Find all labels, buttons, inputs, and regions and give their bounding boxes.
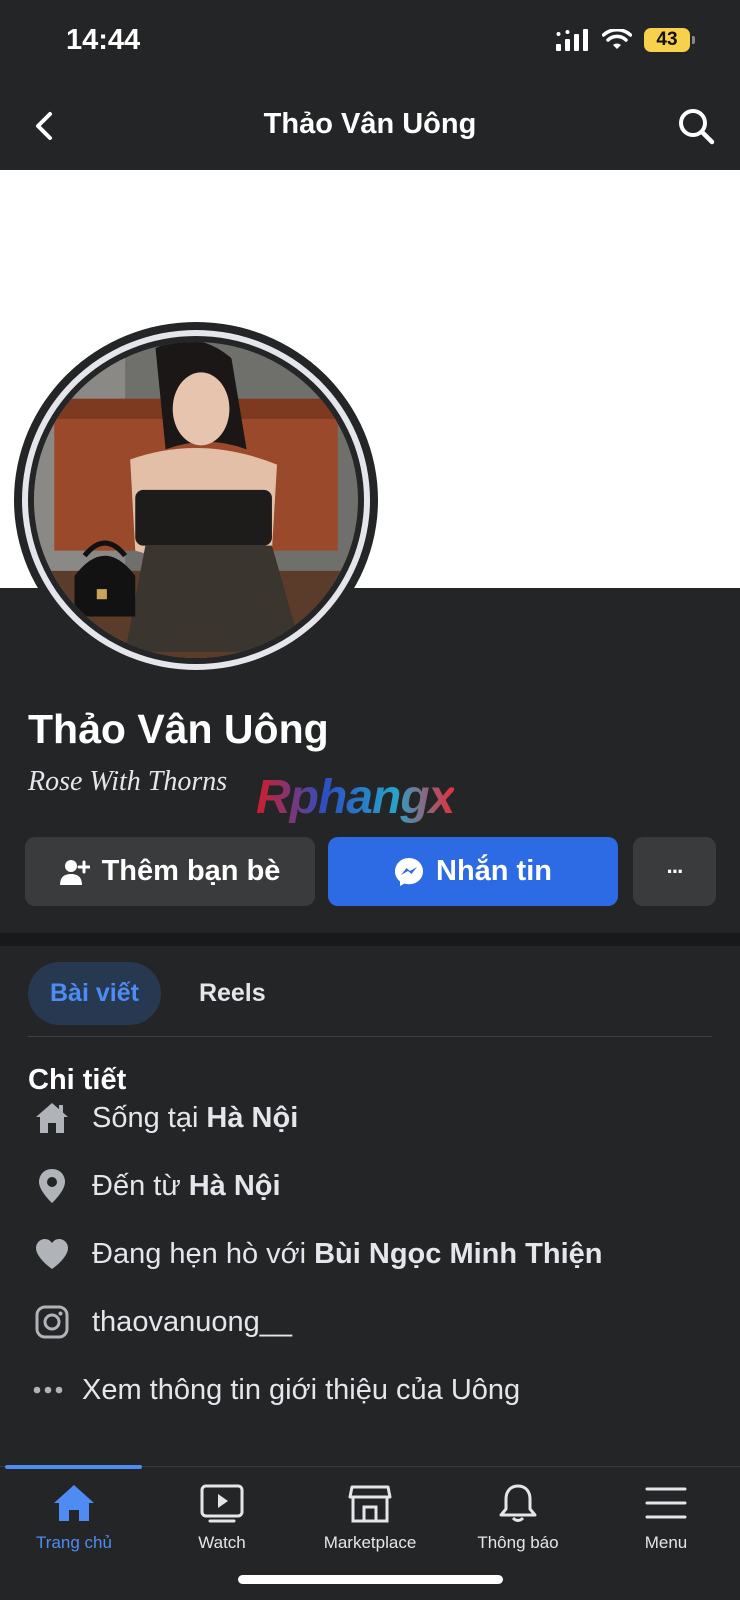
bell-icon: [499, 1484, 537, 1522]
detail-relationship-prefix: Đang hẹn hò với: [92, 1237, 307, 1270]
message-label: Nhắn tin: [436, 855, 552, 887]
home-indicator[interactable]: [238, 1575, 503, 1584]
wifi-icon: [602, 29, 632, 49]
status-time: 14:44: [66, 24, 141, 56]
home-icon: [28, 1098, 76, 1138]
search-icon[interactable]: [674, 104, 718, 148]
add-friend-button[interactable]: Thêm bạn bè: [25, 837, 315, 906]
nav-notifications[interactable]: Thông báo: [444, 1483, 592, 1553]
detail-from-prefix: Đến từ: [92, 1169, 181, 1202]
page-title: Thảo Vân Uông: [263, 108, 477, 140]
home-icon: [54, 1485, 94, 1521]
marketplace-icon: [348, 1485, 392, 1523]
active-tab-indicator: [5, 1465, 142, 1469]
heart-icon: [28, 1234, 76, 1274]
tab-underline: [28, 1036, 712, 1037]
add-friend-label: Thêm bạn bè: [101, 855, 281, 887]
more-dots-icon: [28, 1370, 68, 1410]
avatar[interactable]: [14, 322, 378, 678]
tab-posts[interactable]: Bài viết: [28, 962, 161, 1025]
instagram-icon: [28, 1302, 76, 1342]
top-nav: Thảo Vân Uông: [0, 84, 740, 170]
profile-name: Thảo Vân Uông: [28, 706, 329, 752]
avatar-frame: [22, 330, 370, 670]
nav-marketplace-label: Marketplace: [323, 1533, 417, 1552]
battery-level: 43: [656, 29, 678, 50]
profile-tabs: Bài viết Reels: [28, 962, 288, 1025]
nav-home-label: Trang chủ: [36, 1533, 112, 1552]
location-pin-icon: [28, 1166, 76, 1206]
status-bar: 14:44 43: [0, 0, 740, 84]
see-about-info[interactable]: Xem thông tin giới thiệu của Uông: [28, 1370, 520, 1410]
watermark-logo: Rphangx: [256, 771, 455, 824]
menu-icon: [645, 1487, 687, 1519]
nav-notifications-label: Thông báo: [477, 1533, 559, 1552]
section-divider: [0, 933, 740, 946]
detail-relationship-value[interactable]: Bùi Ngọc Minh Thiện: [314, 1238, 602, 1271]
detail-from-value[interactable]: Hà Nội: [189, 1170, 281, 1203]
profile-photo: [34, 338, 358, 662]
detail-lives-in-value[interactable]: Hà Nội: [206, 1102, 298, 1135]
nav-menu[interactable]: Menu: [592, 1483, 740, 1553]
detail-lives-in: Sống tại Hà Nội: [28, 1098, 298, 1138]
nav-marketplace[interactable]: Marketplace: [296, 1483, 444, 1553]
nav-watch-label: Watch: [198, 1533, 246, 1552]
messenger-icon: [395, 857, 423, 886]
instagram-handle: thaovanuong__: [92, 1305, 292, 1338]
profile-bio: Rose With Thorns: [28, 766, 228, 797]
more-dots-icon: ···: [666, 858, 685, 884]
tab-reels[interactable]: Reels: [177, 962, 288, 1025]
detail-instagram[interactable]: thaovanuong__: [28, 1302, 292, 1342]
details-heading: Chi tiết: [28, 1064, 127, 1096]
add-friend-icon: [59, 859, 90, 885]
status-icons: 43: [556, 28, 695, 52]
more-options-button[interactable]: ···: [633, 837, 716, 906]
detail-relationship: Đang hẹn hò với Bùi Ngọc Minh Thiện: [28, 1234, 602, 1274]
nav-menu-label: Menu: [644, 1533, 688, 1552]
detail-lives-in-prefix: Sống tại: [92, 1101, 199, 1134]
signal-icon: [556, 29, 588, 51]
see-about-label: Xem thông tin giới thiệu của Uông: [82, 1373, 521, 1406]
battery-icon: 43: [644, 28, 695, 52]
nav-watch[interactable]: Watch: [148, 1483, 296, 1553]
watch-icon: [200, 1484, 244, 1523]
nav-home[interactable]: Trang chủ: [0, 1483, 148, 1553]
detail-from: Đến từ Hà Nội: [28, 1166, 281, 1206]
message-button[interactable]: Nhắn tin: [328, 837, 618, 906]
